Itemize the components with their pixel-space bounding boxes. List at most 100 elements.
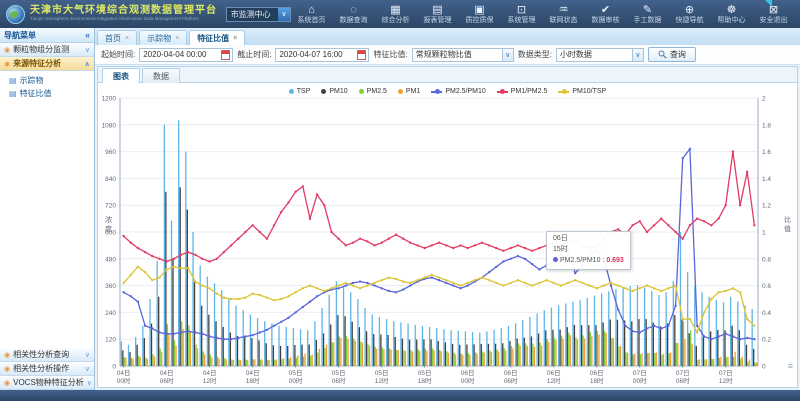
group-icon: ◉: [4, 60, 10, 68]
legend-item-PM10-TSP[interactable]: PM10/TSP: [558, 88, 606, 95]
sidebar-group-correlation-query[interactable]: ◉ 相关性分析查询 ∨: [0, 348, 94, 362]
query-button[interactable]: 查询: [648, 47, 696, 62]
svg-text:240: 240: [105, 310, 116, 317]
ratio-select[interactable]: 常规颗粒物比值 ∨: [412, 48, 514, 62]
close-icon[interactable]: ×: [125, 35, 129, 42]
svg-text:05日: 05日: [418, 369, 432, 377]
svg-text:960: 960: [105, 149, 116, 156]
svg-text:1.4: 1.4: [762, 176, 771, 183]
exit-icon: ⊠: [753, 4, 794, 17]
close-icon[interactable]: ×: [175, 35, 179, 42]
tooltip-value: 0.693: [606, 257, 624, 264]
nav-manual-data[interactable]: ✎手工数据: [627, 3, 668, 25]
sidebar-group-particulate-components[interactable]: ◉ 颗粒物组分监测 ∨: [0, 43, 94, 57]
sidebar-group-source-analysis[interactable]: ◉ 来源特征分析 ∧: [0, 57, 94, 71]
calendar-icon[interactable]: [221, 50, 230, 60]
svg-text:1200: 1200: [102, 96, 117, 103]
svg-text:18时: 18时: [418, 376, 432, 384]
nav-network-status[interactable]: ♒联网状态: [543, 3, 584, 25]
pencil-icon: ✎: [627, 4, 668, 17]
legend-item-PM1-PM2.5[interactable]: PM1/PM2.5: [497, 88, 548, 95]
nav-item-label: 数据查询: [340, 17, 368, 24]
tab-home[interactable]: 首页 ×: [97, 30, 137, 45]
nav-item-label: 帮助中心: [718, 17, 746, 24]
tab-data-view[interactable]: 数据: [142, 68, 180, 83]
nav-analysis[interactable]: ▦综合分析: [375, 3, 416, 25]
svg-text:12时: 12时: [203, 376, 217, 384]
legend-item-PM2.5[interactable]: PM2.5: [359, 88, 387, 95]
nav-logout[interactable]: ⊠安全退出: [753, 3, 794, 25]
sidebar-group-vocs-analysis[interactable]: ◉ VOCS物种特征分析 ∨: [0, 376, 94, 390]
svg-text:0.8: 0.8: [762, 256, 771, 263]
sidebar-group-label: 来源特征分析: [13, 58, 61, 69]
legend-item-PM2.5-PM10[interactable]: PM2.5/PM10: [431, 88, 485, 95]
page-icon: ▤: [9, 76, 17, 85]
legend-dot-icon: [321, 89, 326, 94]
legend-item-TSP[interactable]: TSP: [289, 88, 311, 95]
close-icon[interactable]: ×: [233, 35, 237, 42]
legend-item-PM10[interactable]: PM10: [321, 88, 347, 95]
chevron-down-icon: ∨: [632, 49, 643, 61]
svg-text:360: 360: [105, 283, 116, 290]
nav-report[interactable]: ▤报表管理: [417, 3, 458, 25]
nav-data-audit[interactable]: ✔数据审核: [585, 3, 626, 25]
data-type-value: 小时数据: [560, 49, 592, 60]
svg-text:04日: 04日: [160, 369, 174, 377]
nav-system[interactable]: ⊡系统管理: [501, 3, 542, 25]
svg-text:06时: 06时: [504, 376, 518, 384]
wifi-icon: ♒: [543, 4, 584, 17]
nav-data-query[interactable]: ◌数据查询: [333, 3, 374, 25]
sidebar-item-label: 特征比值: [20, 88, 52, 99]
nav-quick-nav[interactable]: ⊕快捷导航: [669, 3, 710, 25]
tab-chart-view[interactable]: 图表: [102, 68, 140, 83]
chevron-down-icon: ∨: [502, 49, 513, 61]
document-tabs: 首页 × 示踪物 × 特征比值 ×: [95, 28, 800, 45]
chart-menu-icon[interactable]: ≡: [788, 361, 793, 371]
svg-text:00时: 00时: [289, 376, 303, 384]
start-time-input[interactable]: 2020-04-04 00:00: [139, 48, 233, 62]
tab-tracer[interactable]: 示踪物 ×: [139, 30, 187, 45]
timeseries-chart[interactable]: 01202403604806007208409601080120000.20.4…: [98, 96, 796, 384]
legend-line-icon: [558, 91, 569, 93]
gear-icon: ☸: [711, 4, 752, 17]
svg-text:1: 1: [762, 230, 766, 237]
legend-item-PM1[interactable]: PM1: [398, 88, 420, 95]
chevron-down-icon: ∨: [85, 46, 90, 54]
chart-icon: ▦: [375, 4, 416, 17]
status-bar: [0, 390, 800, 401]
chevron-down-icon: ∨: [87, 379, 92, 387]
platform-logo-icon: [6, 5, 25, 24]
tab-characteristic-ratio[interactable]: 特征比值 ×: [189, 30, 245, 45]
app-subtitle: Tianjin Atmospheric Environment Integrat…: [30, 17, 199, 22]
station-select[interactable]: 市监测中心 ∨: [226, 7, 291, 22]
chart-legend: TSP PM10 PM2.5 PM1 PM2.5/PM10 PM1/PM2.5 PM10/T…: [98, 83, 797, 96]
svg-text:06时: 06时: [332, 376, 346, 384]
svg-text:04日: 04日: [246, 369, 260, 377]
svg-text:720: 720: [105, 203, 116, 210]
calendar-icon[interactable]: [357, 50, 366, 60]
sidebar-item-characteristic-ratio[interactable]: ▤ 特征比值: [0, 87, 94, 100]
sidebar-subitems: ▤ 示踪物 ▤ 特征比值: [0, 71, 94, 104]
svg-text:06时: 06时: [676, 376, 690, 384]
tooltip-day: 06日: [553, 234, 624, 245]
sidebar-item-tracer[interactable]: ▤ 示踪物: [0, 74, 94, 87]
sidebar-group-label: 相关性分析查询: [13, 349, 69, 360]
nav-home[interactable]: ⌂系统首页: [291, 3, 332, 25]
svg-text:06日: 06日: [547, 369, 561, 377]
nav-item-label: 联网状态: [550, 17, 578, 24]
end-time-input[interactable]: 2020-04-07 16:00: [275, 48, 369, 62]
monitor-icon: ⊡: [501, 4, 542, 17]
svg-text:0.2: 0.2: [762, 337, 771, 344]
data-type-select[interactable]: 小时数据 ∨: [556, 48, 644, 62]
group-icon: ◉: [4, 46, 10, 54]
nav-item-label: 系统管理: [508, 17, 536, 24]
nav-qaqc[interactable]: ▣质控质保: [459, 3, 500, 25]
sidebar-collapse-icon[interactable]: «: [85, 30, 90, 40]
group-icon: ◉: [4, 351, 10, 359]
sidebar-group-correlation-operation[interactable]: ◉ 相关性分析操作 ∨: [0, 362, 94, 376]
audit-icon: ✔: [585, 4, 626, 17]
nav-help-center[interactable]: ☸帮助中心: [711, 3, 752, 25]
chart-tooltip: 06日 15时 PM2.5/PM10 : 0.693: [546, 231, 631, 270]
nav-item-label: 质控质保: [466, 17, 494, 24]
chart-panel: 图表 数据 TSP PM10 PM2.5 PM1 PM2.5/PM10 PM1/PM2.5…: [97, 66, 798, 388]
